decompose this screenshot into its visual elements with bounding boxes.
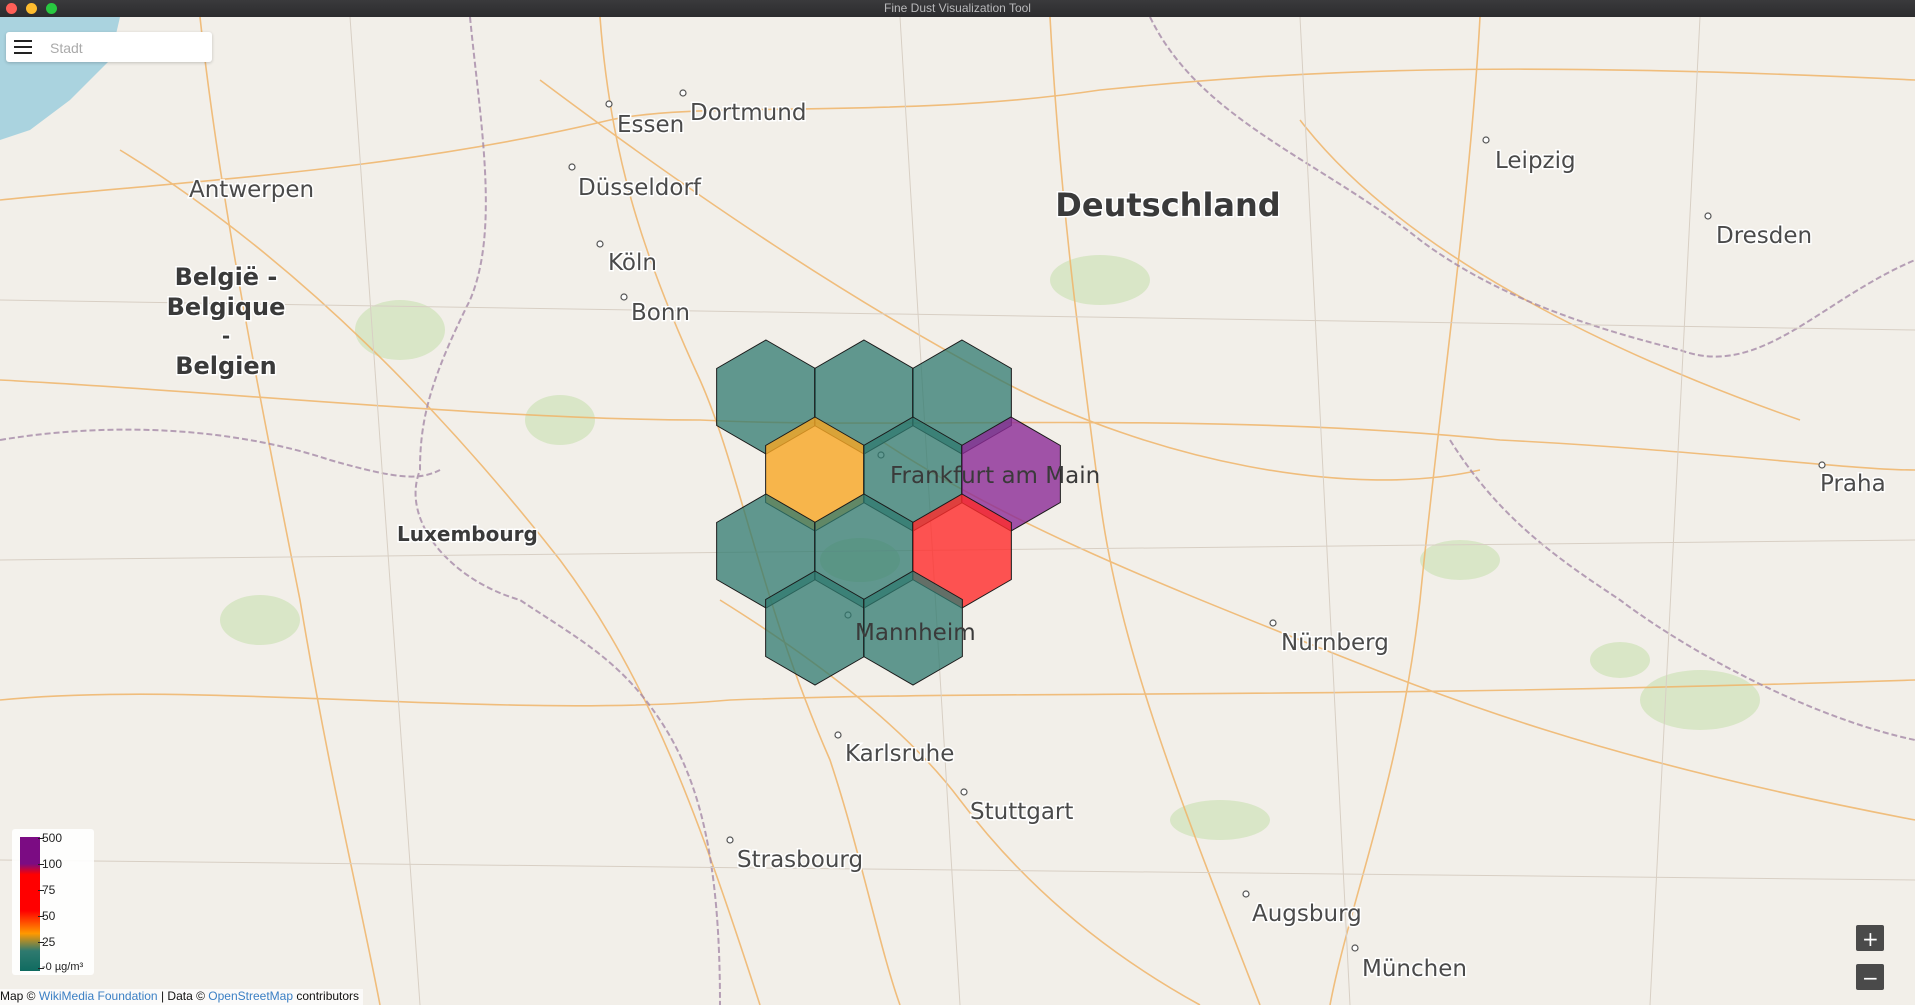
city-label-leipzig: Leipzig [1495,148,1576,174]
city-label-dresden: Dresden [1716,223,1812,249]
city-label-stuttgart: Stuttgart [970,799,1073,825]
search-bar [6,32,212,62]
hamburger-menu-icon[interactable] [14,40,32,54]
legend-tick-500: 500 [37,831,63,845]
city-label-bonn: Bonn [631,300,690,326]
city-label-augsburg: Augsburg [1252,901,1362,927]
legend-tick-0: -0 µg/m³ [37,961,84,973]
city-label-koeln: Köln [608,250,657,276]
city-label-strasbourg: Strasbourg [737,847,863,873]
legend-tick-100: 100 [37,857,63,871]
legend-color-bar [20,837,40,971]
legend-tick-25: 25 [37,935,56,949]
city-label-karlsruhe: Karlsruhe [845,741,954,767]
country-label-belgie: België - [175,263,278,291]
window-title: Fine Dust Visualization Tool [884,1,1031,15]
wikimedia-link[interactable]: WikiMedia Foundation [39,989,158,1003]
attribution-prefix: Map © [0,989,36,1003]
legend-tick-50: 50 [37,909,56,923]
city-label-antwerpen: Antwerpen [189,177,314,203]
legend-tick-75: 75 [37,883,56,897]
city-label-luxembourg: Luxembourg [397,522,538,546]
pm-legend: 500 100 75 50 25 -0 µg/m³ [12,829,94,975]
base-map: Deutschland België - Belgique - Belgien … [0,17,1915,1005]
city-search-input[interactable] [48,37,207,59]
map-attribution: Map © WikiMedia Foundation | Data © Open… [0,989,364,1005]
city-label-dortmund: Dortmund [690,100,806,126]
city-label-mannheim: Mannheim [855,620,976,646]
city-label-duesseldorf: Düsseldorf [578,175,702,201]
country-label-dash: - [222,324,230,348]
country-label-deutschland: Deutschland [1055,186,1280,224]
city-label-frankfurt: Frankfurt am Main [890,463,1100,489]
openstreetmap-link[interactable]: OpenStreetMap [208,989,293,1003]
city-label-essen: Essen [617,112,684,138]
zoom-in-button[interactable]: + [1856,925,1884,951]
window-titlebar: Fine Dust Visualization Tool [0,0,1915,17]
map-canvas[interactable]: Deutschland België - Belgique - Belgien … [0,17,1915,1005]
city-label-nuernberg: Nürnberg [1281,630,1389,656]
city-label-muenchen: München [1362,956,1467,982]
city-label-praha: Praha [1820,471,1886,497]
attribution-suffix: contributors [296,989,360,1003]
country-label-belgique: Belgique [167,293,286,321]
attribution-middle: | Data © [160,989,205,1003]
zoom-out-button[interactable]: − [1856,964,1884,990]
country-label-belgien: Belgien [175,352,277,380]
